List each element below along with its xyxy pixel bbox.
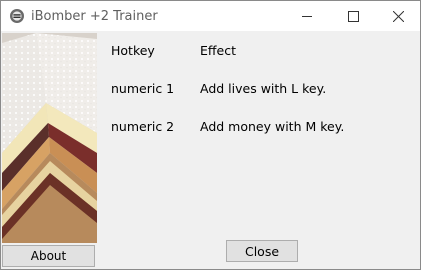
header-effect: Effect	[200, 43, 236, 58]
minimize-button[interactable]	[284, 1, 330, 31]
maximize-button[interactable]	[330, 1, 376, 31]
effect-cell: Add money with M key.	[200, 119, 345, 134]
cake-slice-picture	[2, 33, 97, 243]
window-title: iBomber +2 Trainer	[31, 8, 158, 24]
title-bar[interactable]: iBomber +2 Trainer	[1, 1, 420, 31]
effect-cell: Add lives with L key.	[200, 81, 327, 96]
maximize-icon	[347, 10, 359, 22]
close-button[interactable]: Close	[226, 240, 298, 262]
hotkey-cell: numeric 2	[111, 119, 175, 134]
window-close-button[interactable]	[375, 1, 420, 31]
close-x-icon	[392, 10, 404, 22]
hotkey-table: Hotkey Effect numeric 1 Add lives with L…	[99, 33, 420, 269]
hotkey-cell: numeric 1	[111, 81, 175, 96]
minimize-icon	[301, 15, 312, 17]
header-hotkey: Hotkey	[111, 43, 155, 58]
app-icon	[9, 8, 25, 24]
about-button[interactable]: About	[2, 245, 95, 267]
trainer-window: iBomber +2 Trainer About Hotkey Effect n…	[0, 0, 421, 270]
